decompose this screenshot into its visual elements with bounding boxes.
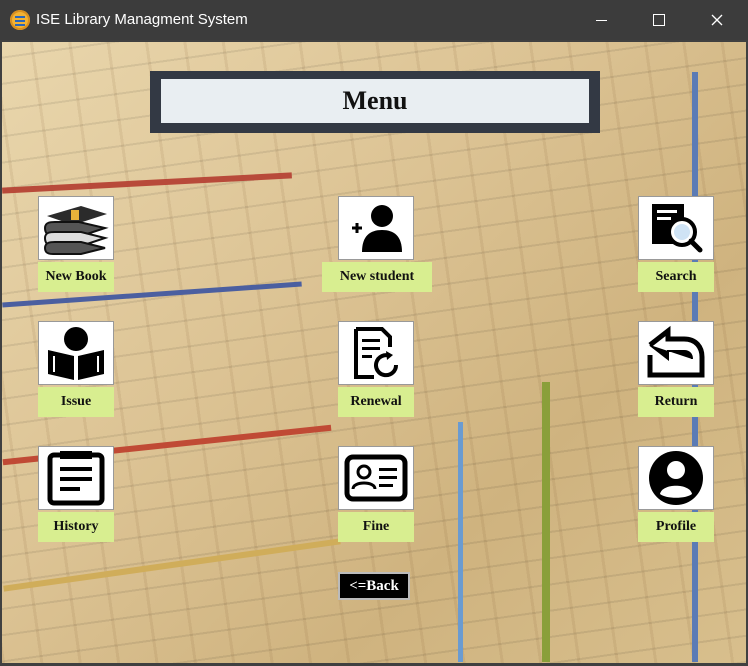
return-label: Return xyxy=(638,387,714,417)
title-bar[interactable]: ISE Library Managment System xyxy=(0,0,748,40)
renewal-button[interactable] xyxy=(338,321,414,385)
fine-label: Fine xyxy=(338,512,414,542)
background-decoration xyxy=(458,422,463,662)
back-button[interactable]: <=Back xyxy=(338,572,410,600)
return-tile[interactable]: Return xyxy=(638,321,714,417)
maximize-icon xyxy=(653,14,665,26)
menu-header: Menu xyxy=(150,71,600,133)
new-student-tile[interactable]: New student xyxy=(322,196,432,292)
books-stack-icon xyxy=(43,206,109,255)
maximize-button[interactable] xyxy=(636,0,682,40)
new-student-button[interactable] xyxy=(338,196,414,260)
background-decoration xyxy=(542,382,550,662)
clipboard-list-icon xyxy=(47,451,105,506)
issue-tile[interactable]: Issue xyxy=(38,321,114,417)
search-tile[interactable]: Search xyxy=(638,196,714,292)
renewal-label: Renewal xyxy=(338,387,414,417)
add-user-icon xyxy=(352,205,402,252)
return-arrow-icon xyxy=(647,325,705,378)
history-button[interactable] xyxy=(38,446,114,510)
profile-icon xyxy=(649,451,703,505)
profile-tile[interactable]: Profile xyxy=(638,446,714,542)
new-student-label: New student xyxy=(322,262,432,292)
history-tile[interactable]: History xyxy=(38,446,114,542)
id-card-icon xyxy=(344,454,408,502)
profile-button[interactable] xyxy=(638,446,714,510)
fine-button[interactable] xyxy=(338,446,414,510)
search-label: Search xyxy=(638,262,714,292)
app-icon xyxy=(10,10,30,30)
background-decoration xyxy=(2,172,292,194)
background-decoration xyxy=(3,538,341,592)
return-button[interactable] xyxy=(638,321,714,385)
books-background: Menu New Book New student Search Issue R… xyxy=(2,42,746,663)
renew-document-icon xyxy=(354,327,399,379)
new-book-label: New Book xyxy=(38,262,114,292)
fine-tile[interactable]: Fine xyxy=(338,446,414,542)
minimize-icon xyxy=(595,19,607,21)
minimize-button[interactable] xyxy=(578,0,624,40)
issue-label: Issue xyxy=(38,387,114,417)
search-document-icon xyxy=(652,204,703,253)
profile-label: Profile xyxy=(638,512,714,542)
issue-button[interactable] xyxy=(38,321,114,385)
window-title: ISE Library Managment System xyxy=(36,11,248,28)
app-window: ISE Library Managment System Menu New Bo… xyxy=(0,0,748,666)
new-book-button[interactable] xyxy=(38,196,114,260)
close-icon xyxy=(711,14,723,26)
renewal-tile[interactable]: Renewal xyxy=(338,321,414,417)
search-button[interactable] xyxy=(638,196,714,260)
history-label: History xyxy=(38,512,114,542)
new-book-tile[interactable]: New Book xyxy=(38,196,114,292)
menu-title: Menu xyxy=(161,79,589,123)
close-button[interactable] xyxy=(694,0,740,40)
reader-icon xyxy=(48,327,104,380)
